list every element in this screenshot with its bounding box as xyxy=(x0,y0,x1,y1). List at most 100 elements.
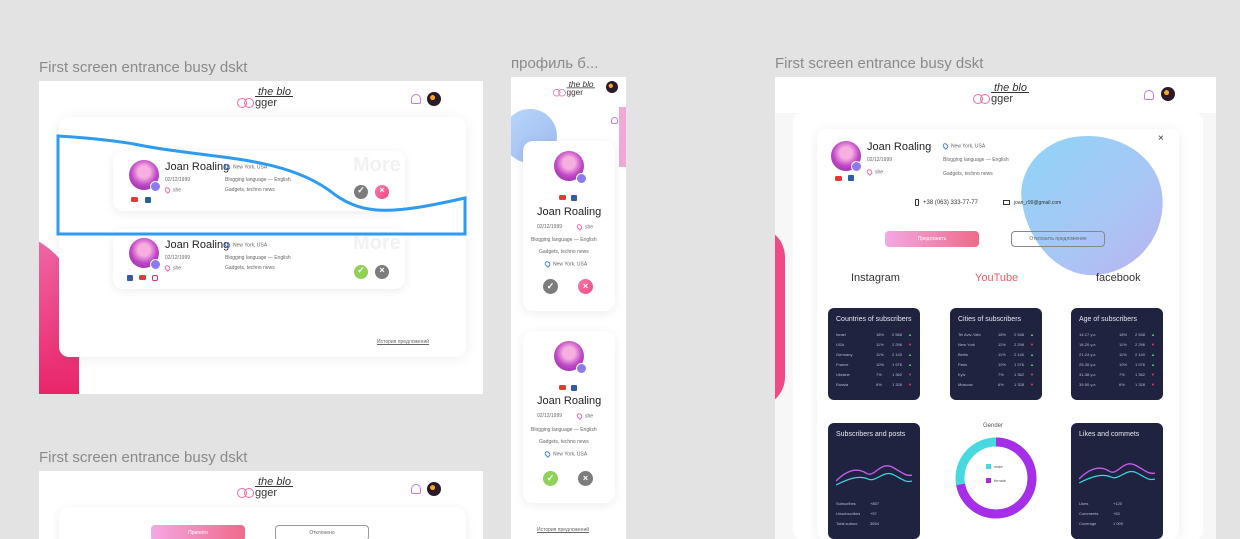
trend-up-icon: ▲ xyxy=(1151,332,1155,337)
gender-card: Gender male female xyxy=(950,423,1042,539)
artboard-right: the blo gger × Joan Roaling 02/12/1999 s… xyxy=(775,77,1216,539)
stat-key: Russia xyxy=(836,382,849,387)
tab-rejected[interactable]: Отклонено xyxy=(275,525,369,539)
bell-icon[interactable] xyxy=(1144,90,1154,100)
decline-button[interactable]: × xyxy=(578,279,593,294)
stat-row: Berlin 11% 2 140 ▲ xyxy=(958,352,1036,359)
tab-instagram[interactable]: Instagram xyxy=(851,272,900,284)
user-avatar[interactable] xyxy=(606,81,618,93)
blogger-card-mobile[interactable]: Joan Roaling 02/12/1999 she Blogging lan… xyxy=(523,141,615,311)
bell-icon[interactable] xyxy=(411,484,421,494)
blogger-language: Blogging language — English xyxy=(531,237,597,243)
stat-row: Total subscr. 3654 xyxy=(836,521,914,528)
frame-title-left-top[interactable]: First screen entrance busy dskt xyxy=(39,59,247,76)
user-avatar[interactable] xyxy=(427,482,441,496)
accepted-button[interactable]: ✓ xyxy=(354,265,368,279)
reject-offer-button[interactable]: Отклонить предложение xyxy=(1011,231,1105,247)
user-avatar[interactable] xyxy=(427,92,441,106)
logo[interactable]: the blo gger xyxy=(237,86,297,112)
stat-percent: 6% xyxy=(998,382,1004,387)
blogger-card-mobile[interactable]: Joan Roaling 02/12/1999 she Blogging lan… xyxy=(523,331,615,503)
history-link[interactable]: История предложений xyxy=(537,527,589,533)
stat-key: Coverage xyxy=(1079,521,1097,526)
accepted-button[interactable]: ✓ xyxy=(543,471,558,486)
stat-row: Ukraine 7% 1 362 ▼ xyxy=(836,372,914,379)
offer-button[interactable]: Предложить xyxy=(885,231,979,247)
logo-rings-icon xyxy=(553,89,567,97)
trend-up-icon: ▲ xyxy=(1030,362,1034,367)
stat-percent: 11% xyxy=(1119,352,1127,357)
bell-icon[interactable] xyxy=(411,94,421,104)
stat-key: 39-50 y.o. xyxy=(1079,382,1097,387)
blogger-name: Joan Roaling xyxy=(537,395,602,407)
trend-down-icon: ▼ xyxy=(1030,382,1034,387)
stat-key: Moscow xyxy=(958,382,973,387)
gender-text: she xyxy=(585,224,594,231)
stat-value: 2 548 xyxy=(1135,332,1146,337)
logo-rings-icon xyxy=(973,94,991,104)
check-button[interactable]: ✓ xyxy=(543,279,558,294)
location-icon xyxy=(543,260,552,268)
stat-value: 1 976 xyxy=(1135,362,1146,367)
phone[interactable]: +38 (063) 333-77-77 xyxy=(915,199,978,206)
logo[interactable]: the blo gger xyxy=(973,82,1033,108)
close-button[interactable]: × xyxy=(1158,133,1164,144)
history-link[interactable]: История предложений xyxy=(377,339,429,345)
blogger-topics: Gadgets, techno news xyxy=(225,265,275,271)
facebook-icon[interactable] xyxy=(848,175,854,181)
tab-facebook[interactable]: facebook xyxy=(1096,272,1141,284)
decline-button[interactable]: × xyxy=(375,265,389,279)
email-text: joan_r99@gmail.com xyxy=(1014,200,1062,206)
stat-value: +120 xyxy=(1113,501,1123,506)
stat-row: Russia 6% 1 328 ▼ xyxy=(836,382,914,389)
instagram-icon[interactable] xyxy=(152,275,158,281)
tab-accepted[interactable]: Принято xyxy=(151,525,245,539)
frame-title-middle[interactable]: профиль б... xyxy=(511,55,598,72)
bell-icon[interactable] xyxy=(611,117,618,124)
youtube-icon[interactable] xyxy=(559,385,566,390)
stat-key: 14-17 y.o. xyxy=(1079,332,1097,337)
mail-icon xyxy=(1003,200,1010,206)
trend-up-icon: ▲ xyxy=(1151,352,1155,357)
logo-rings-icon xyxy=(237,488,255,498)
youtube-icon[interactable] xyxy=(139,275,146,280)
decline-button[interactable]: × xyxy=(578,471,593,486)
stat-value: 1 976 xyxy=(892,362,903,367)
stat-value: 2 548 xyxy=(1014,332,1025,337)
logo-line2: gger xyxy=(991,93,1014,105)
city-text: New York, USA xyxy=(233,242,268,249)
frame-title-right[interactable]: First screen entrance busy dskt xyxy=(775,55,983,72)
blogger-city: New York, USA xyxy=(941,142,986,150)
stat-value: +857 xyxy=(870,501,880,506)
facebook-icon[interactable] xyxy=(571,385,577,391)
youtube-icon[interactable] xyxy=(559,195,566,200)
blogger-city: New York, USA xyxy=(543,260,587,268)
logo[interactable]: the blo gger xyxy=(237,476,297,502)
youtube-icon[interactable] xyxy=(835,176,842,181)
subs-posts-chart xyxy=(836,465,912,486)
decor-blob xyxy=(775,227,785,407)
facebook-icon[interactable] xyxy=(127,275,133,281)
tab-youtube[interactable]: YouTube xyxy=(975,272,1018,284)
blogger-topics: Gadgets, techno news xyxy=(943,171,993,177)
frame-title-left-bottom[interactable]: First screen entrance busy dskt xyxy=(39,449,247,466)
blogger-card[interactable]: More Joan Roaling 02/12/1999 she New Yor… xyxy=(113,229,405,289)
trend-down-icon: ▼ xyxy=(1030,342,1034,347)
facebook-icon[interactable] xyxy=(571,195,577,201)
trend-up-icon: ▲ xyxy=(908,362,912,367)
blogger-language: Blogging language — English xyxy=(225,255,291,261)
stat-key: 31-38 y.o. xyxy=(1079,372,1097,377)
blogger-topics: Gadgets, techno news xyxy=(539,439,589,445)
stat-key: 25-30 y.o. xyxy=(1079,362,1097,367)
likes-card: Likes and commets Likes +120 Comments +53 Co… xyxy=(1071,423,1163,539)
logo[interactable]: the blo gger xyxy=(553,80,598,100)
logo-rings-icon xyxy=(237,98,255,108)
location-icon xyxy=(941,142,950,150)
user-avatar[interactable] xyxy=(1161,87,1175,101)
email[interactable]: joan_r99@gmail.com xyxy=(1003,200,1061,206)
gender-icon xyxy=(575,223,584,231)
city-text: New York, USA xyxy=(951,143,986,150)
stat-row: Moscow 6% 1 328 ▼ xyxy=(958,382,1036,389)
stat-percent: 10% xyxy=(998,362,1007,367)
artboard-left-top: the blo gger More Joan Roaling 02/12/199… xyxy=(39,81,483,394)
